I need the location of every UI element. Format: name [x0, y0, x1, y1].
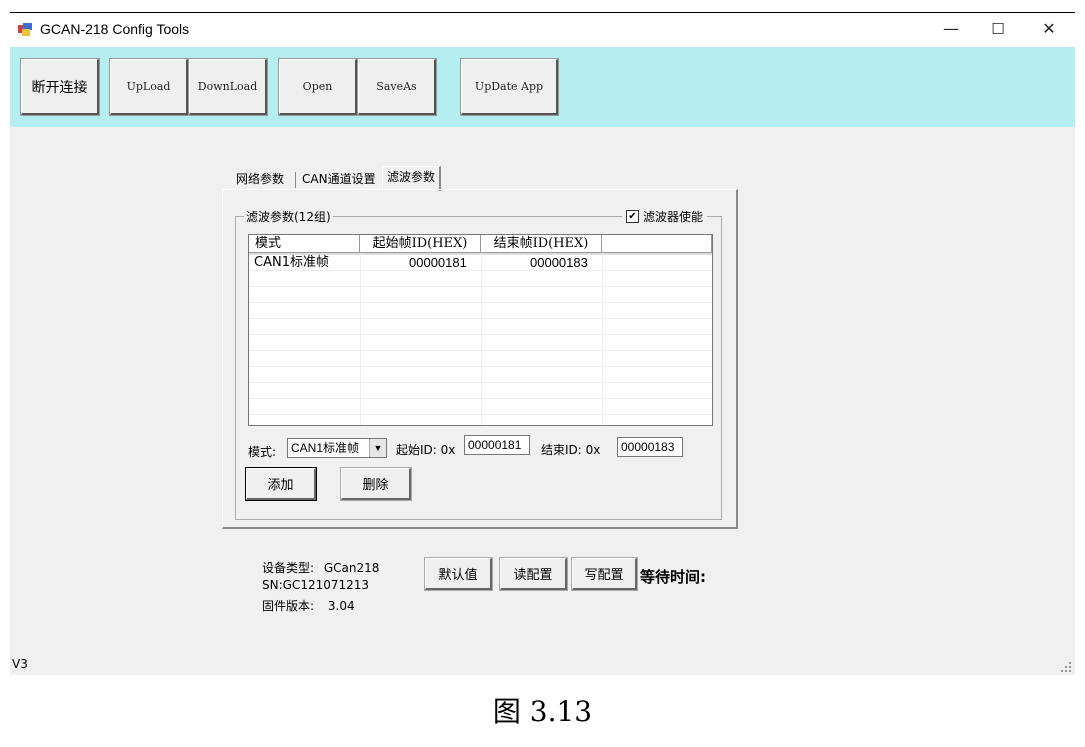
title-bar: GCAN-218 Config Tools — ☐ ✕: [10, 13, 1075, 47]
mode-select[interactable]: CAN1标准帧 ▼: [287, 438, 387, 458]
table-row: [249, 319, 712, 335]
device-type-value: GCan218: [323, 561, 380, 575]
figure-caption: 图 3.13: [492, 695, 593, 728]
tab-separator: [295, 172, 296, 188]
version-label: V3: [12, 657, 28, 671]
table-row: [249, 271, 712, 287]
end-id-label: 结束ID: 0x: [541, 443, 601, 457]
write-config-button[interactable]: 写配置: [571, 557, 638, 591]
firmware-label: 固件版本:: [262, 599, 315, 613]
device-type: 设备类型: GCan218: [262, 559, 379, 576]
column-header-end-id[interactable]: 结束帧ID(HEX): [481, 235, 602, 253]
row-start-id: 00000181: [409, 255, 467, 270]
filter-list[interactable]: 模式 起始帧ID(HEX) 结束帧ID(HEX) CAN1标准帧 0000018…: [248, 234, 713, 426]
download-button[interactable]: DownLoad: [188, 58, 268, 116]
column-header-mode[interactable]: 模式: [249, 235, 360, 253]
serial-number: SN:GC121071213: [262, 578, 370, 592]
tab-network[interactable]: 网络参数: [232, 169, 288, 190]
disconnect-button[interactable]: 断开连接: [20, 58, 100, 116]
close-button[interactable]: ✕: [1026, 13, 1072, 47]
maximize-button[interactable]: ☐: [975, 13, 1021, 47]
tab-can-channel[interactable]: CAN通道设置: [298, 169, 380, 190]
saveas-button[interactable]: SaveAs: [357, 58, 437, 116]
device-type-label: 设备类型:: [262, 561, 315, 575]
checkmark-icon: ✔: [625, 210, 639, 223]
column-header-start-id[interactable]: 起始帧ID(HEX): [360, 235, 481, 253]
status-bar: V3: [10, 653, 1075, 675]
start-id-input[interactable]: 00000181: [464, 435, 530, 455]
app-icon: [18, 23, 32, 36]
table-row: [249, 399, 712, 415]
table-row: [249, 303, 712, 319]
filter-tab-panel: 滤波参数(12组) ✔ 滤波器使能 模式 起始帧ID(HEX) 结束帧ID(HE…: [222, 189, 738, 529]
row-mode: CAN1标准帧: [254, 255, 329, 270]
default-value-button[interactable]: 默认值: [424, 557, 493, 591]
chevron-down-icon[interactable]: ▼: [369, 439, 386, 457]
add-button[interactable]: 添加: [245, 467, 317, 501]
upload-button[interactable]: UpLoad: [109, 58, 189, 116]
delete-button[interactable]: 删除: [340, 467, 412, 501]
toolbar: 断开连接 UpLoad DownLoad Open SaveAs UpDate …: [10, 47, 1075, 127]
read-config-button[interactable]: 读配置: [499, 557, 568, 591]
filter-enable-checkbox[interactable]: ✔ 滤波器使能: [621, 208, 707, 225]
table-row[interactable]: CAN1标准帧 00000181 00000183: [249, 255, 712, 271]
end-id-input[interactable]: 00000183: [617, 437, 683, 457]
update-app-button[interactable]: UpDate App: [460, 58, 559, 116]
start-id-label: 起始ID: 0x: [396, 443, 456, 457]
filter-enable-label: 滤波器使能: [642, 210, 703, 224]
table-row: [249, 287, 712, 303]
filter-groupbox: 滤波参数(12组) ✔ 滤波器使能 模式 起始帧ID(HEX) 结束帧ID(HE…: [235, 208, 722, 520]
window-title: GCAN-218 Config Tools: [40, 21, 190, 37]
open-button[interactable]: Open: [278, 58, 358, 116]
firmware-version: 固件版本: 3.04: [262, 597, 355, 614]
group-title: 滤波参数(12组): [244, 208, 333, 225]
table-row: [249, 351, 712, 367]
column-header-empty: [602, 235, 712, 253]
table-row: [249, 367, 712, 383]
mode-label: 模式:: [248, 445, 277, 459]
row-end-id: 00000183: [530, 255, 588, 270]
firmware-value: 3.04: [327, 599, 355, 613]
table-row: [249, 335, 712, 351]
tab-filter[interactable]: 滤波参数: [382, 166, 442, 191]
table-row: [249, 383, 712, 399]
resize-grip-icon[interactable]: [1060, 661, 1072, 673]
minimize-button[interactable]: —: [928, 13, 974, 47]
mode-select-value: CAN1标准帧: [291, 441, 360, 455]
wait-time-label: 等待时间:: [640, 568, 706, 586]
